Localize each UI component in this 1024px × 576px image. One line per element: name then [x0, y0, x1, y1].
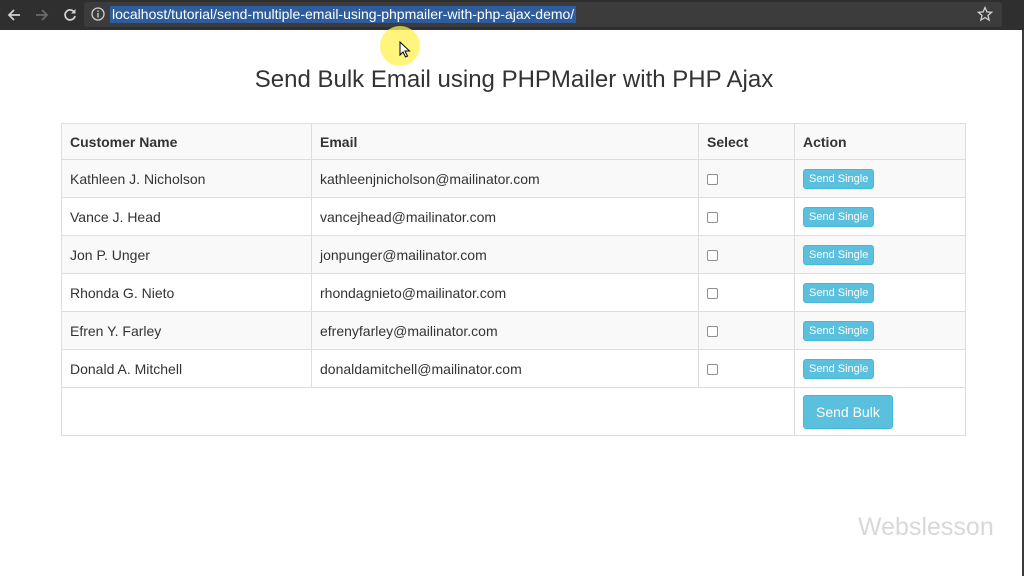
customer-name-cell: Vance J. Head [61, 197, 312, 236]
select-checkbox[interactable] [707, 212, 718, 224]
email-cell: vancejhead@mailinator.com [311, 197, 699, 236]
empty-cell [61, 387, 795, 436]
select-checkbox[interactable] [707, 174, 718, 186]
select-checkbox[interactable] [707, 250, 718, 262]
arrow-left-icon [7, 9, 20, 21]
watermark: Webslesson [858, 513, 994, 541]
email-cell: efrenyfarley@mailinator.com [311, 311, 699, 350]
url-text[interactable]: localhost/tutorial/send-multiple-email-u… [110, 6, 577, 23]
column-header-action: Action [794, 123, 966, 160]
forward-button[interactable] [28, 0, 56, 30]
column-header-customer-name: Customer Name [61, 123, 312, 160]
email-cell: rhondagnieto@mailinator.com [311, 273, 699, 312]
select-checkbox[interactable] [707, 364, 718, 376]
customer-name-cell: Rhonda G. Nieto [61, 273, 312, 312]
send-single-button[interactable]: Send Single [803, 244, 875, 265]
send-single-button[interactable]: Send Single [803, 358, 875, 379]
star-icon[interactable] [977, 6, 993, 22]
customer-name-cell: Efren Y. Farley [61, 311, 312, 350]
customer-name-cell: Jon P. Unger [61, 235, 312, 274]
send-single-button[interactable]: Send Single [803, 282, 875, 303]
email-cell: jonpunger@mailinator.com [311, 235, 699, 274]
table-row: Vance J. Head vancejhead@mailinator.com … [61, 197, 966, 236]
column-header-email: Email [311, 123, 699, 160]
customer-name-cell: Kathleen J. Nicholson [61, 159, 312, 198]
arrow-right-icon [36, 9, 49, 21]
table-row: Rhonda G. Nieto rhondagnieto@mailinator.… [61, 273, 966, 312]
reload-button[interactable] [56, 0, 84, 30]
send-single-button[interactable]: Send Single [803, 320, 875, 341]
table-footer-row: Send Bulk [61, 387, 966, 436]
table-row: Kathleen J. Nicholson kathleenjnicholson… [61, 159, 966, 198]
send-single-button[interactable]: Send Single [803, 206, 875, 227]
table-header-row: Customer Name Email Select Action [61, 123, 966, 160]
customer-table: Customer Name Email Select Action Kathle… [61, 123, 966, 436]
reload-icon [64, 9, 76, 21]
customer-name-cell: Donald A. Mitchell [61, 349, 312, 388]
table-row: Efren Y. Farley efrenyfarley@mailinator.… [61, 311, 966, 350]
select-checkbox[interactable] [707, 326, 718, 338]
table-row: Jon P. Unger jonpunger@mailinator.com Se… [61, 235, 966, 274]
mouse-cursor-icon [399, 41, 411, 58]
browser-toolbar: localhost/tutorial/send-multiple-email-u… [0, 0, 1024, 30]
email-cell: donaldamitchell@mailinator.com [311, 349, 699, 388]
address-bar[interactable]: localhost/tutorial/send-multiple-email-u… [84, 2, 1002, 27]
back-button[interactable] [0, 0, 28, 30]
info-icon[interactable] [91, 7, 105, 21]
table-row: Donald A. Mitchell donaldamitchell@maili… [61, 349, 966, 388]
select-checkbox[interactable] [707, 288, 718, 300]
column-header-select: Select [698, 123, 795, 160]
email-cell: kathleenjnicholson@mailinator.com [311, 159, 699, 198]
send-single-button[interactable]: Send Single [803, 168, 875, 189]
send-bulk-button[interactable]: Send Bulk [803, 394, 893, 429]
page-title: Send Bulk Email using PHPMailer with PHP… [254, 66, 774, 93]
